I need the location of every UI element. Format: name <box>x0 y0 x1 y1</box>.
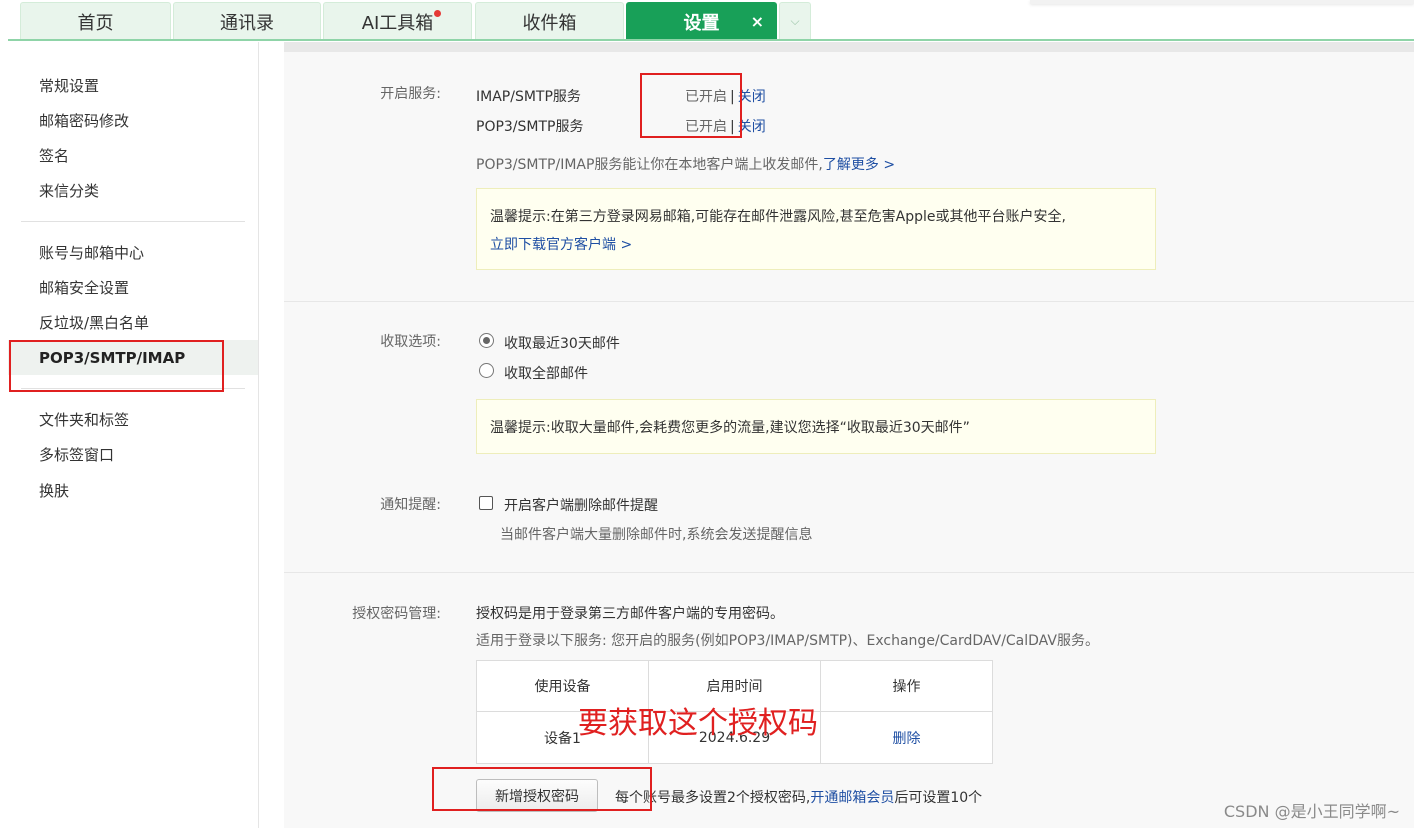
auth-desc-2: 适用于登录以下服务: 您开启的服务(例如POP3/IMAP/SMTP)、Exch… <box>476 633 1099 649</box>
vip-link[interactable]: 开通邮箱会员 <box>810 790 894 806</box>
chevron-down-icon[interactable]: ⌵ <box>779 2 811 40</box>
sidebar-divider <box>21 221 245 222</box>
services-label: 开启服务: <box>380 86 441 102</box>
section-divider <box>284 572 1414 573</box>
tab-label: 设置 <box>683 12 720 34</box>
sidebar-item-label: 多标签窗口 <box>39 446 115 464</box>
services-desc-text: POP3/SMTP/IMAP服务能让你在本地客户端上收发邮件, <box>476 157 823 173</box>
main-top-strip <box>284 42 1414 52</box>
sidebar-item-label: 账号与邮箱中心 <box>39 244 145 262</box>
tab-label: 收件箱 <box>522 12 577 34</box>
limit-suffix: 后可设置10个 <box>894 790 983 806</box>
download-client-link[interactable]: 立即下载官方客户端 > <box>490 234 632 254</box>
close-icon[interactable]: × <box>751 12 764 31</box>
tab-label: AI工具箱 <box>361 12 434 34</box>
notify-label: 通知提醒: <box>380 497 441 513</box>
tab-label: 通讯录 <box>220 12 274 34</box>
pop3-service-name: POP3/SMTP服务 <box>476 119 584 135</box>
sidebar-item-mail-filter[interactable]: 来信分类 <box>8 173 258 208</box>
annotation-text: 要获取这个授权码 <box>578 706 818 741</box>
auth-limit-text: 每个账号最多设置2个授权密码,开通邮箱会员后可设置10个 <box>615 787 982 807</box>
delete-reminder-desc: 当邮件客户端大量删除邮件时,系统会发送提醒信息 <box>500 527 813 543</box>
sidebar-item-password[interactable]: 邮箱密码修改 <box>8 103 258 138</box>
tab-more-glyph: ⌵ <box>790 14 800 28</box>
sidebar-item-label: 签名 <box>39 147 70 165</box>
sidebar-item-security[interactable]: 邮箱安全设置 <box>8 270 258 305</box>
sidebar-item-label: 换肤 <box>39 482 70 500</box>
sidebar-item-label: 邮箱密码修改 <box>39 112 130 130</box>
auth-desc-1: 授权码是用于登录第三方邮件客户端的专用密码。 <box>476 606 784 622</box>
security-notice: 温馨提示:在第三方登录网易邮箱,可能存在邮件泄露风险,甚至危害Apple或其他平… <box>476 188 1156 270</box>
radio-all-label: 收取全部邮件 <box>504 366 588 382</box>
sidebar-item-antispam[interactable]: 反垃圾/黑白名单 <box>8 305 258 340</box>
sidebar-item-general[interactable]: 常规设置 <box>8 68 258 103</box>
sidebar-item-label: 常规设置 <box>39 77 100 95</box>
security-notice-text: 温馨提示:在第三方登录网易邮箱,可能存在邮件泄露风险,甚至危害Apple或其他平… <box>490 209 1066 225</box>
tab-home[interactable]: 首页 <box>20 2 171 40</box>
radio-recent-label: 收取最近30天邮件 <box>504 336 620 352</box>
settings-sidebar: 常规设置 邮箱密码修改 签名 来信分类 账号与邮箱中心 邮箱安全设置 反垃圾/黑… <box>8 42 259 828</box>
annotation-box-sidebar <box>9 340 224 392</box>
sidebar-item-signature[interactable]: 签名 <box>8 138 258 173</box>
sidebar-item-multitab[interactable]: 多标签窗口 <box>8 437 258 472</box>
traffic-notice: 温馨提示:收取大量邮件,会耗费您更多的流量,建议您选择“收取最近30天邮件” <box>476 399 1156 454</box>
tab-label: 首页 <box>77 12 114 34</box>
imap-service-name: IMAP/SMTP服务 <box>476 89 581 105</box>
sidebar-item-label: 文件夹和标签 <box>39 411 130 429</box>
radio-all-mail[interactable] <box>479 363 494 378</box>
radio-recent-30-days[interactable] <box>479 333 494 348</box>
sidebar-item-label: 反垃圾/黑白名单 <box>39 314 150 332</box>
traffic-notice-text: 温馨提示:收取大量邮件,会耗费您更多的流量,建议您选择“收取最近30天邮件” <box>490 420 970 436</box>
col-header-action: 操作 <box>820 660 993 712</box>
settings-main: 开启服务: IMAP/SMTP服务 已开启 | 关闭 POP3/SMTP服务 已开启… <box>284 42 1414 828</box>
auth-label: 授权密码管理: <box>352 606 441 622</box>
sidebar-item-skin[interactable]: 换肤 <box>8 473 258 508</box>
tab-contacts[interactable]: 通讯录 <box>173 2 321 40</box>
annotation-box-button <box>432 767 652 811</box>
delete-reminder-label: 开启客户端删除邮件提醒 <box>504 498 658 514</box>
delete-reminder-checkbox[interactable] <box>479 496 493 510</box>
receive-label: 收取选项: <box>380 334 441 350</box>
sidebar-item-account-center[interactable]: 账号与邮箱中心 <box>8 235 258 270</box>
annotation-box-status <box>640 73 742 138</box>
cell-action: 删除 <box>820 711 993 764</box>
sidebar-item-folders-tags[interactable]: 文件夹和标签 <box>8 402 258 437</box>
section-divider <box>284 301 1414 302</box>
learn-more-link[interactable]: 了解更多 > <box>823 157 895 173</box>
tab-bar: 首页 通讯录 AI工具箱 收件箱 设置 × ⌵ <box>0 0 1414 42</box>
tab-ai-toolbox[interactable]: AI工具箱 <box>323 2 472 40</box>
services-description: POP3/SMTP/IMAP服务能让你在本地客户端上收发邮件,了解更多 > <box>476 154 895 174</box>
watermark: CSDN @是小王同学啊~ <box>1223 802 1400 821</box>
notification-dot-icon <box>434 10 441 17</box>
top-panel-edge <box>1030 0 1414 4</box>
sidebar-item-label: 邮箱安全设置 <box>39 279 130 297</box>
mail-settings-window: 首页 通讯录 AI工具箱 收件箱 设置 × ⌵ 常规设置 邮箱密码修改 签名 来信… <box>0 0 1414 828</box>
tab-settings[interactable]: 设置 × <box>626 2 777 40</box>
sidebar-item-label: 来信分类 <box>39 182 100 200</box>
tab-inbox[interactable]: 收件箱 <box>475 2 624 40</box>
tab-underline <box>8 39 1414 41</box>
delete-auth-link[interactable]: 删除 <box>893 731 921 747</box>
